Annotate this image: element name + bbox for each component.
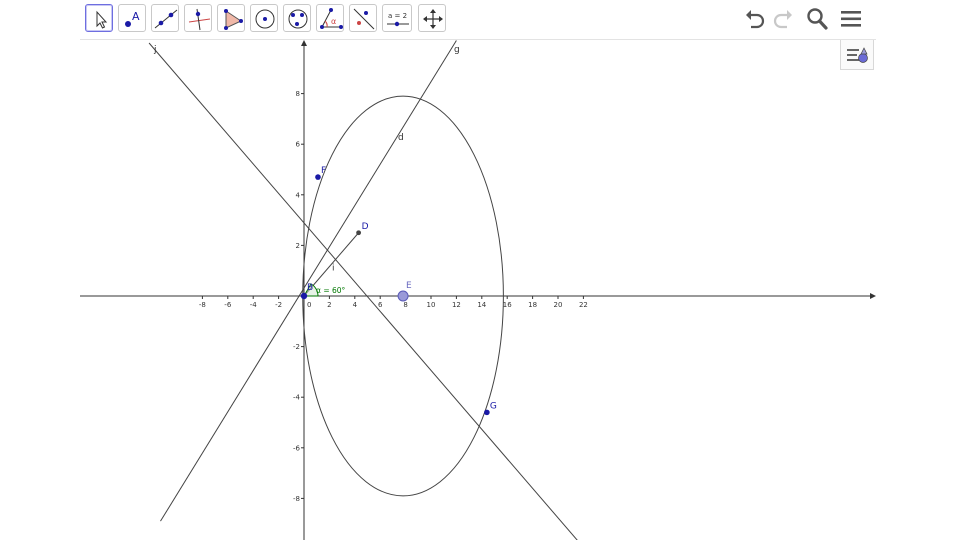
point-D	[356, 230, 362, 236]
point-B	[300, 292, 308, 300]
point-D-label: D	[362, 222, 369, 232]
angle-tool-label: α	[331, 17, 336, 26]
cursor-arrow-icon	[96, 10, 108, 29]
move-graphics-view-tool-button[interactable]	[418, 4, 446, 32]
undo-icon	[746, 10, 765, 29]
y-axis-arrow	[301, 40, 307, 46]
x-tick-label: 2	[327, 301, 331, 309]
point-G	[484, 409, 490, 416]
x-tick-label: 16	[503, 301, 512, 309]
x-tick-label: -6	[224, 301, 232, 309]
circle-three-points-icon	[288, 9, 308, 29]
segment-i-label: i	[332, 264, 335, 274]
line-tool-button[interactable]	[151, 4, 179, 32]
geogebra-app: A α a = 2 -8 -6 -4 -2 0 2 4 6 8 10 12 14…	[80, 0, 876, 540]
line-j	[148, 42, 578, 540]
point-F-label: F	[321, 166, 326, 176]
slider-icon: a = 2	[387, 12, 409, 27]
axes: -8 -6 -4 -2 0 2 4 6 8 10 12 14 16 18 20 22 8 6 4 2 -2 -4 -6 -8	[80, 40, 876, 540]
x-tick-label: 12	[452, 301, 461, 309]
line-through-points-icon	[154, 9, 178, 29]
point-B-label: B	[307, 283, 313, 293]
x-tick-label: 0	[307, 301, 311, 309]
x-tick-label: -8	[199, 301, 206, 309]
graphics-view[interactable]: -8 -6 -4 -2 0 2 4 6 8 10 12 14 16 18 20 22 8 6 4 2 -2 -4 -6-8 …	[80, 40, 876, 540]
point-tool-label: A	[132, 10, 140, 23]
y-tick-label: -8	[293, 495, 300, 503]
perpendicular-line-icon	[188, 8, 211, 31]
x-tick-label: 6	[378, 301, 383, 309]
y-tick-label: 4	[296, 191, 301, 199]
point-E-label: E	[406, 281, 412, 291]
x-axis-arrow	[870, 293, 876, 299]
main-menu-button[interactable]	[838, 6, 864, 32]
y-tick-label: -2	[293, 343, 300, 351]
y-tick-label: -6	[293, 444, 301, 452]
point-icon: A	[125, 10, 140, 27]
line-d-label: d	[398, 133, 404, 143]
x-tick-label: 18	[528, 301, 537, 309]
angle-icon: α	[320, 8, 343, 29]
x-tick-label: 10	[427, 301, 436, 309]
y-tick-label: 6	[296, 141, 301, 149]
y-tick-label: 8	[296, 90, 300, 98]
menu-icon	[841, 11, 861, 27]
move-arrows-icon	[423, 9, 443, 29]
toolbar: A α a = 2	[80, 0, 876, 40]
reflect-tool-button[interactable]	[349, 4, 377, 32]
polygon-icon	[224, 9, 243, 30]
x-tick-label: -4	[250, 301, 258, 309]
line-j-label: j	[153, 45, 157, 55]
angle-alpha-label: α = 60°	[316, 286, 346, 295]
circle-three-points-tool-button[interactable]	[283, 4, 311, 32]
slider-tool-button[interactable]: a = 2	[382, 4, 412, 32]
move-tool-button[interactable]	[85, 4, 113, 32]
point-G-label: G	[490, 401, 497, 411]
circle-tool-button[interactable]	[250, 4, 278, 32]
x-tick-label: 8	[403, 301, 407, 309]
x-tick-label: 22	[579, 301, 588, 309]
redo-button[interactable]	[770, 6, 796, 32]
line-g	[160, 40, 457, 522]
redo-icon	[773, 10, 792, 29]
slider-tool-label: a = 2	[388, 12, 407, 20]
point-tool-button[interactable]: A	[118, 4, 146, 32]
reflect-about-line-icon	[353, 8, 375, 30]
point-E	[397, 290, 409, 302]
search-button[interactable]	[804, 6, 830, 32]
y-tick-label: 2	[296, 242, 300, 250]
circle-center-icon	[255, 9, 275, 29]
x-tick-label: 14	[477, 301, 486, 309]
undo-button[interactable]	[742, 6, 768, 32]
y-tick-label: -4	[293, 394, 301, 402]
angle-tool-button[interactable]: α	[316, 4, 344, 32]
point-F	[315, 174, 321, 180]
construction-objects: α = 60° F D G B Ej g d i	[148, 40, 578, 540]
x-tick-label: 4	[353, 301, 358, 309]
search-icon	[807, 8, 828, 30]
line-g-label: g	[454, 45, 460, 55]
x-tick-label: 20	[554, 301, 563, 309]
polygon-tool-button[interactable]	[217, 4, 245, 32]
perpendicular-line-tool-button[interactable]	[184, 4, 212, 32]
x-tick-label: -2	[275, 301, 282, 309]
